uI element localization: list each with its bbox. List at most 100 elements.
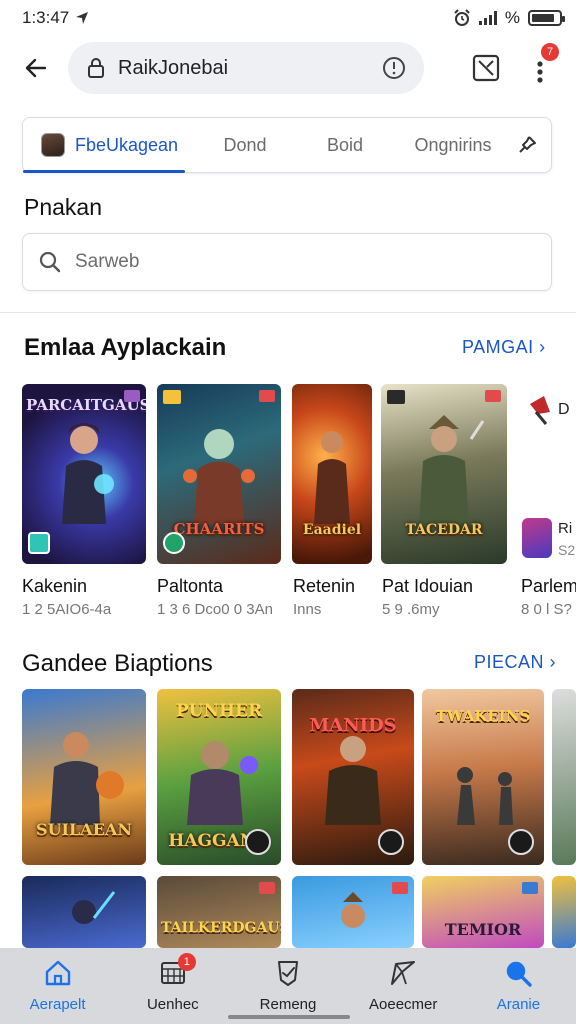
home-indicator	[228, 1015, 350, 1019]
app-name: Retenin	[293, 576, 356, 596]
game-card[interactable]: PUNHER HAGGANG	[157, 689, 281, 865]
tab-boid[interactable]: Boid	[291, 118, 399, 172]
app-meta: 8 0 l S?	[521, 601, 572, 618]
game-card[interactable]	[22, 876, 146, 948]
rating-badge	[378, 829, 404, 855]
app-card[interactable]: CHAARITS	[157, 384, 281, 564]
battery-percent: %	[504, 8, 520, 27]
tab-label: Boid	[326, 134, 364, 155]
overflow-menu-button[interactable]: 7	[524, 43, 560, 90]
lock-icon	[88, 58, 104, 78]
battery-icon	[528, 10, 565, 26]
back-arrow-icon	[25, 58, 47, 78]
game-card[interactable]: TAILKERDGAUS	[157, 876, 281, 948]
age-tag	[259, 882, 275, 894]
tab-label: Ongnirins	[414, 134, 492, 155]
divider	[0, 312, 576, 313]
age-tag	[392, 882, 408, 894]
character-art	[457, 767, 513, 825]
send-icon	[391, 961, 416, 985]
app-icon: D	[530, 396, 570, 425]
tab-strip: FbeUkagean Dond Boid Ongnirins	[22, 117, 552, 173]
app-name: Pat Idouian	[382, 576, 474, 596]
app-meta: Inns	[293, 601, 322, 618]
game-card[interactable]: SUILAEAN	[22, 689, 146, 865]
app-card-partial[interactable]: D Ri S2	[522, 384, 576, 564]
app-card[interactable]: TACEDAR	[381, 384, 507, 564]
game-card-partial[interactable]	[552, 876, 576, 948]
search-icon	[507, 961, 533, 987]
card-title-art: TEMIOR	[444, 920, 522, 939]
age-tag	[522, 882, 538, 894]
age-tag	[387, 390, 405, 404]
nav-item-search[interactable]: Aranie	[461, 948, 576, 1024]
age-tag	[485, 390, 501, 402]
nav-item-apps[interactable]: Aoeecmer	[346, 948, 461, 1024]
section-see-all-link[interactable]: PIECAN ›	[474, 652, 556, 673]
card-title-art: TWAKEINS	[435, 707, 531, 725]
character-art	[72, 891, 116, 924]
age-tag	[163, 390, 181, 404]
tab-label: Dond	[223, 134, 267, 155]
nav-item-games[interactable]: Remeng	[230, 948, 345, 1024]
card-title-art: PUNHER	[175, 701, 263, 721]
character-art	[341, 892, 365, 928]
page-title: Pnakan	[24, 194, 103, 220]
signal-icon	[478, 11, 497, 25]
tab-ongnirins[interactable]: Ongnirins	[399, 118, 507, 172]
card-title-art: MANIDS	[309, 715, 397, 736]
search-box[interactable]	[22, 233, 552, 291]
game-card[interactable]	[292, 876, 414, 948]
rating-badge	[163, 532, 185, 554]
app-card[interactable]: Eaadiel	[292, 384, 372, 564]
address-bar[interactable]: RaikJonebai	[68, 42, 424, 94]
app-card[interactable]: PARCAITGAUSI	[22, 384, 146, 564]
tab-label: FbeUkagean	[75, 134, 179, 155]
game-card-partial[interactable]	[552, 689, 576, 865]
app-name: Paltonta	[157, 576, 224, 596]
location-arrow-icon	[76, 12, 89, 24]
app-icon	[522, 518, 552, 558]
game-logo: Eaadiel	[302, 522, 362, 538]
status-bar: 1:3:47 %	[0, 0, 576, 36]
app-name: Kakenin	[22, 576, 88, 596]
svg-text:D: D	[558, 401, 570, 418]
app-meta: 1 2 5AIO6-4a	[22, 601, 112, 618]
back-button[interactable]	[18, 50, 54, 86]
rating-badge	[28, 532, 50, 554]
nav-label: Aoeecmer	[369, 996, 438, 1013]
character-art	[183, 429, 255, 524]
pin-icon	[519, 136, 536, 153]
nav-label: Aranie	[496, 996, 541, 1013]
home-icon	[45, 960, 70, 986]
game-card[interactable]: MANIDS	[292, 689, 414, 865]
tab-dond[interactable]: Dond	[199, 118, 291, 172]
section-see-all-link[interactable]: PAMGAI ›	[462, 337, 546, 358]
nav-item-home[interactable]: Aerapelt	[0, 948, 115, 1024]
nav-icon-wrap: 1	[158, 953, 196, 988]
avatar	[41, 133, 65, 157]
game-card[interactable]: TEMIOR	[422, 876, 544, 948]
menu-badge: 7	[541, 43, 559, 61]
app-icon-label: S2	[558, 542, 576, 558]
app-meta: 5 9 .6my	[382, 601, 440, 618]
browser-top-bar: RaikJonebai 7	[0, 36, 576, 100]
character-art	[187, 741, 258, 825]
character-art	[314, 431, 350, 524]
search-icon	[39, 251, 61, 273]
search-input[interactable]	[75, 251, 515, 273]
nav-label: Aerapelt	[29, 996, 86, 1013]
card-title-art: TAILKERDGAUS	[161, 920, 281, 936]
status-time: 1:3:47	[22, 8, 70, 27]
age-tag	[124, 390, 140, 402]
tab-featured[interactable]: FbeUkagean	[23, 118, 199, 173]
address-text: RaikJonebai	[118, 56, 229, 79]
bottom-navigation: Aerapelt 1 Uenhec Remeng Aoeecmer Aranie	[0, 948, 576, 1024]
tabs-icon[interactable]	[470, 52, 502, 84]
game-card[interactable]: TWAKEINS	[422, 689, 544, 865]
pin-button[interactable]	[507, 135, 547, 155]
info-icon[interactable]	[382, 56, 406, 80]
nav-item-updates[interactable]: 1 Uenhec	[115, 948, 230, 1024]
age-tag	[259, 390, 275, 402]
nav-badge: 1	[177, 953, 196, 971]
